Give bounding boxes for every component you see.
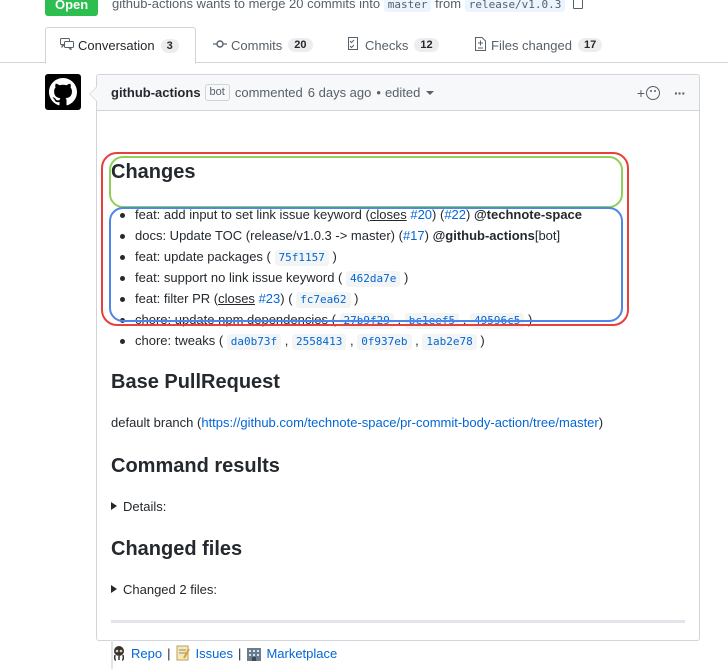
tab-count: 12 [414, 38, 439, 52]
command-results-heading: Command results [111, 455, 280, 477]
edited-label: edited [384, 85, 421, 100]
base-pullrequest-heading: Base PullRequest [111, 371, 280, 393]
comment-actions: + ··· [637, 85, 686, 101]
pr-state-badge: Open [45, 0, 99, 16]
issue-link[interactable]: #20 [410, 207, 432, 222]
file-diff-icon [473, 36, 487, 54]
issue-link[interactable]: #23 [259, 291, 281, 306]
commit-sha-link[interactable]: 1ab2e78 [422, 334, 477, 350]
tab-conversation[interactable]: Conversation 3 [45, 27, 196, 64]
list-item: feat: update packages ( 75f1157 ) [119, 246, 582, 267]
tab-commits[interactable]: Commits 20 [199, 27, 327, 63]
user-mention[interactable]: @technote-space [474, 207, 582, 222]
details-summary[interactable]: Details: [111, 499, 166, 514]
commit-sha-link[interactable]: bc1eef5 [404, 313, 460, 329]
pr-link[interactable]: #22 [444, 207, 466, 222]
commit-sha-link[interactable]: 75f1157 [274, 250, 329, 266]
tab-label: Checks [365, 37, 409, 53]
user-mention[interactable]: @github-actions [433, 228, 535, 243]
comment-author[interactable]: github-actions [111, 85, 201, 100]
edited-dropdown[interactable]: edited [385, 85, 434, 100]
comment-action: commented [234, 85, 303, 100]
head-branch[interactable]: release/v1.0.3 [464, 0, 566, 12]
disclosure-triangle-icon [111, 502, 117, 510]
merge-text: github-actions wants to merge 20 commits… [112, 0, 381, 11]
pr-tabbar: Conversation 3 Commits 20 Checks 12 File… [0, 27, 728, 64]
list-item: docs: Update TOC (release/v1.0.3 -> mast… [119, 225, 582, 246]
commit-sha-link[interactable]: da0b73f [226, 334, 282, 350]
tab-count: 3 [160, 38, 179, 53]
smiley-icon [646, 85, 660, 100]
github-logo-icon [49, 78, 77, 106]
tab-count: 17 [577, 38, 603, 52]
caret-down-icon [425, 91, 434, 95]
changed-files-heading: Changed files [111, 538, 243, 560]
building-icon [246, 645, 262, 661]
list-item: chore: update npm dependencies ( 27b9f29… [119, 309, 582, 330]
comment-box: github-actions bot commented 6 days ago … [89, 74, 700, 661]
list-item: feat: filter PR (closes #23) ( fc7ea62 ) [119, 288, 582, 309]
conversation-icon [60, 38, 74, 53]
tab-label: Files changed [491, 37, 572, 53]
add-reaction-button[interactable]: + [637, 85, 660, 101]
marketplace-link[interactable]: Marketplace [266, 646, 337, 661]
pr-merge-summary: github-actions wants to merge 20 commits… [112, 0, 584, 12]
commit-sha-link[interactable]: 27b9f29 [339, 313, 394, 329]
more-options-icon[interactable]: ··· [674, 85, 686, 101]
divider [111, 620, 685, 623]
commit-sha-link[interactable]: 0f937eb [357, 334, 412, 350]
bot-badge: bot [204, 84, 230, 101]
timeline-line [111, 640, 113, 669]
changed-files-summary[interactable]: Changed 2 files: [111, 582, 217, 597]
changes-heading: Changes [111, 161, 196, 183]
octocat-icon [111, 645, 127, 661]
comment-time[interactable]: 6 days ago [308, 85, 372, 100]
closes-keyword: closes [369, 207, 407, 222]
list-item: feat: add input to set link issue keywor… [119, 204, 582, 225]
base-branch-link[interactable]: https://github.com/technote-space/pr-com… [201, 415, 598, 430]
tab-label: Commits [231, 37, 283, 53]
comment-header: github-actions bot commented 6 days ago … [97, 75, 699, 111]
issues-link[interactable]: Issues [195, 646, 233, 661]
copy-icon[interactable] [573, 0, 584, 9]
closes-keyword: closes [218, 291, 255, 306]
from-word: from [435, 0, 462, 11]
disclosure-triangle-icon [111, 585, 117, 593]
avatar[interactable] [45, 74, 81, 110]
footer-separator: | [167, 645, 171, 661]
footer-separator: | [238, 645, 242, 661]
list-item: chore: tweaks ( da0b73f , 2558413 , 0f93… [119, 330, 582, 351]
commit-sha-link[interactable]: 462da7e [346, 271, 401, 287]
pr-link[interactable]: #17 [403, 228, 425, 243]
header-separator: • [376, 85, 381, 100]
commit-sha-link[interactable]: 2558413 [291, 334, 347, 350]
tab-checks[interactable]: Checks 12 [333, 27, 453, 63]
changes-list: feat: add input to set link issue keywor… [119, 204, 582, 351]
commit-sha-link[interactable]: 49596c5 [469, 313, 525, 329]
checklist-icon [347, 37, 361, 53]
footer-links: Repo | Issues | Marketplace [111, 645, 337, 661]
commit-sha-link[interactable]: fc7ea62 [296, 292, 351, 308]
repo-link[interactable]: Repo [131, 646, 162, 661]
tab-label: Conversation [78, 38, 155, 53]
list-item: feat: support no link issue keyword ( 46… [119, 267, 582, 288]
commit-icon [213, 38, 227, 52]
memo-icon [175, 645, 191, 661]
base-branch[interactable]: master [383, 0, 432, 12]
tab-count: 20 [288, 38, 313, 52]
base-branch-text: default branch (https://github.com/techn… [111, 415, 604, 430]
tab-files-changed[interactable]: Files changed 17 [459, 27, 616, 63]
plus-icon: + [636, 84, 645, 101]
